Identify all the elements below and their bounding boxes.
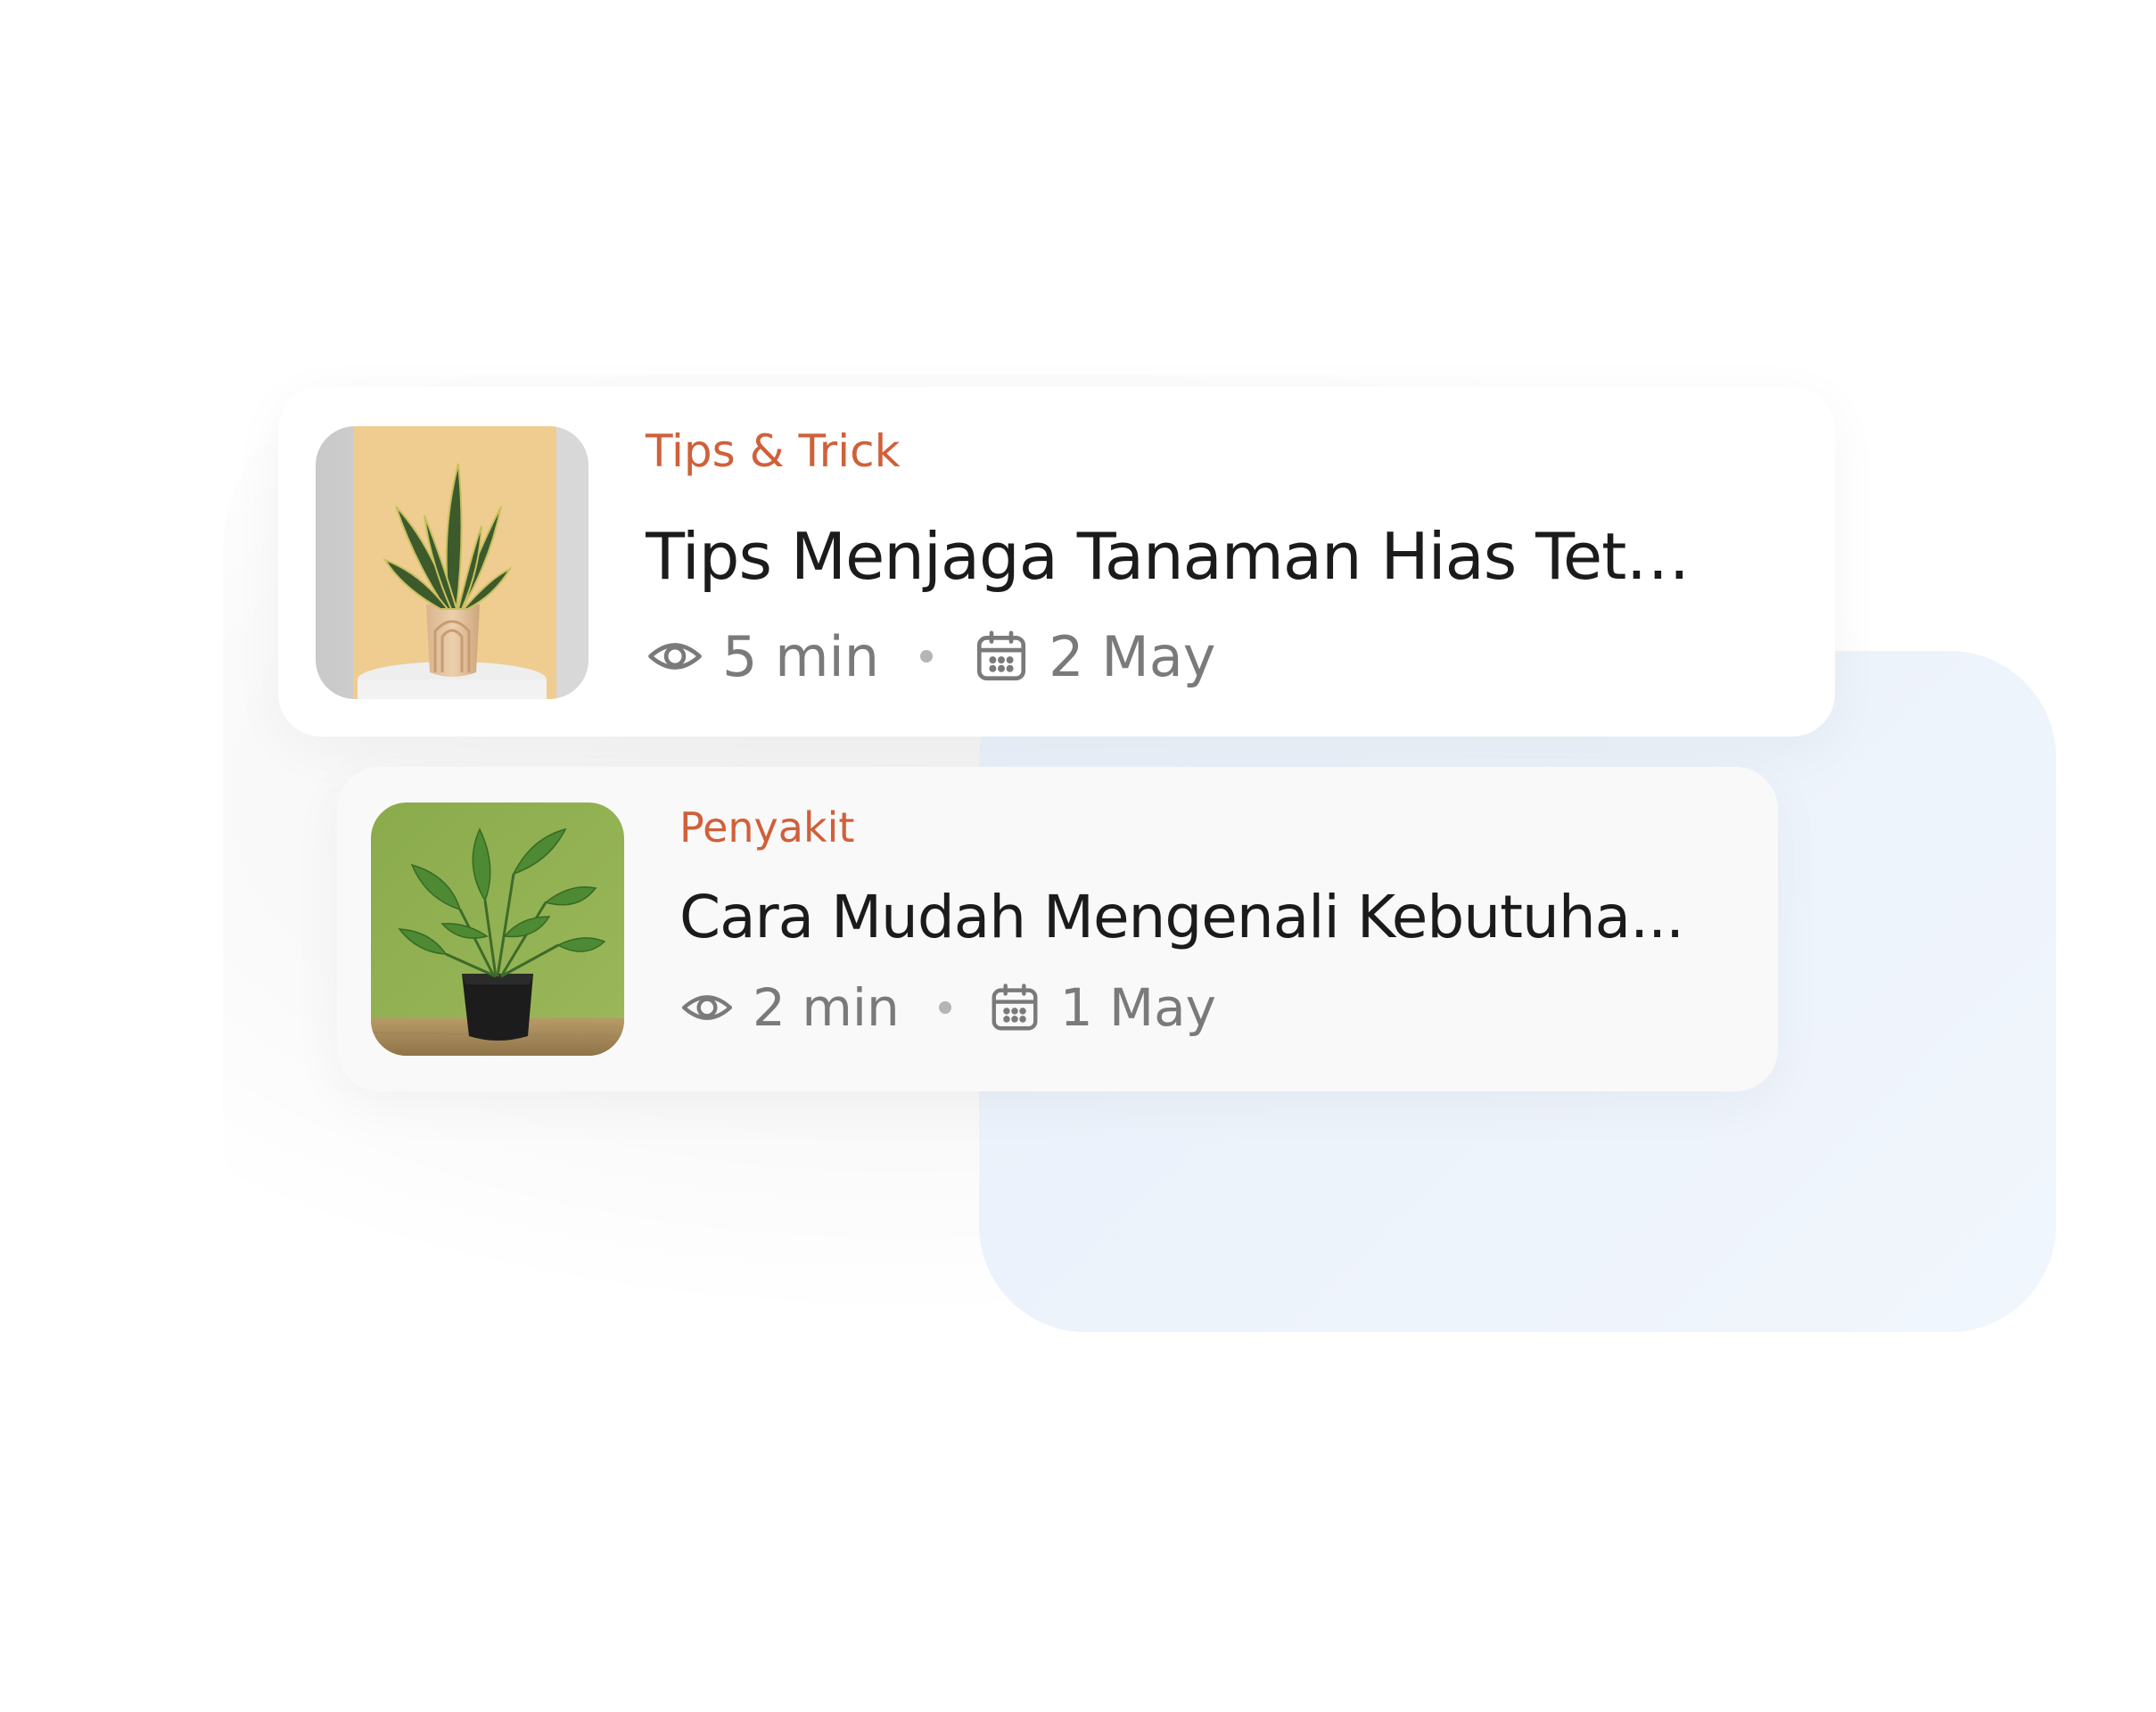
article-text: Penyakit Cara Mudah Mengenali Kebutuha..… [679,801,1740,1041]
publish-date: 2 May [1049,623,1216,689]
article-meta: 2 min 1 May [679,974,1740,1041]
snake-plant-image [316,426,588,699]
read-time: 2 min [753,977,900,1038]
calendar-icon [972,627,1031,686]
bird-of-paradise-plant-image [371,802,624,1056]
article-list-screen: Tips & Trick Tips Menjaga Tanaman Hias T… [0,0,2156,1712]
publish-date: 1 May [1059,977,1216,1038]
article-thumbnail [371,802,624,1056]
article-category: Tips & Trick [646,425,901,477]
article-category: Penyakit [679,803,855,852]
article-card[interactable]: Tips & Trick Tips Menjaga Tanaman Hias T… [278,387,1835,737]
article-text: Tips & Trick Tips Menjaga Tanaman Hias T… [646,423,1796,692]
meta-separator [920,650,934,663]
article-thumbnail [316,426,588,699]
article-title[interactable]: Cara Mudah Mengenali Kebutuha... [679,877,1714,958]
article-meta: 5 min 2 May [646,621,1796,692]
article-title[interactable]: Tips Menjaga Tanaman Hias Teta... [646,514,1716,599]
read-time: 5 min [722,623,880,689]
meta-separator [938,1001,951,1014]
article-card[interactable]: Penyakit Cara Mudah Mengenali Kebutuha..… [337,767,1778,1091]
calendar-icon [987,980,1042,1035]
eye-icon [679,980,735,1035]
eye-icon [646,627,704,686]
